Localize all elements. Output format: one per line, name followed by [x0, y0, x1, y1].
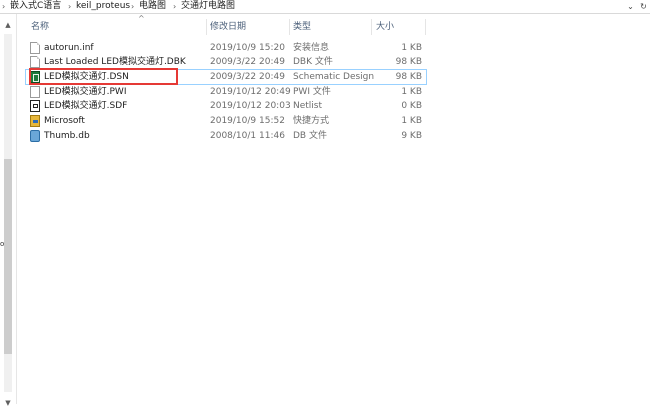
file-row[interactable]: Last Loaded LED模拟交通灯.DBK 2009/3/22 20:49…: [26, 55, 426, 69]
column-divider[interactable]: [371, 19, 372, 35]
file-row[interactable]: LED模拟交通灯.PWI 2019/10/12 20:49 PWI 文件 1 K…: [26, 85, 426, 99]
file-type: 快捷方式: [293, 116, 330, 126]
netlist-icon: [30, 100, 40, 112]
file-date: 2019/10/9 15:20: [210, 43, 285, 53]
file-row[interactable]: LED模拟交通灯.SDF 2019/10/12 20:03 Netlist 0 …: [26, 99, 426, 113]
file-size: 1 KB: [401, 116, 422, 126]
file-type: Schematic Design: [293, 72, 375, 82]
scroll-up-icon[interactable]: ▲: [3, 20, 13, 30]
document-icon: [30, 42, 40, 54]
sort-up-icon: ^: [138, 14, 145, 23]
column-divider[interactable]: [206, 19, 207, 35]
schematic-icon: [30, 71, 40, 83]
file-date: 2009/3/22 20:49: [210, 57, 285, 67]
file-date: 2009/3/22 20:49: [210, 72, 285, 82]
chevron-right-icon[interactable]: ›: [173, 0, 176, 13]
address-bar-actions: ⌄ ↻: [624, 0, 650, 13]
file-name: Thumb.db: [44, 131, 90, 141]
breadcrumb-item[interactable]: 嵌入式C语言: [10, 0, 61, 13]
file-date: 2019/10/12 20:49: [210, 87, 291, 97]
file-name: LED模拟交通灯.PWI: [44, 87, 127, 97]
column-divider[interactable]: [289, 19, 290, 35]
file-type: Netlist: [293, 101, 323, 111]
file-type: 安装信息: [293, 43, 330, 53]
file-size: 98 KB: [395, 57, 422, 67]
file-row-selected[interactable]: LED模拟交通灯.DSN 2009/3/22 20:49 Schematic D…: [25, 69, 427, 85]
file-type: DBK 文件: [293, 57, 333, 67]
breadcrumb-item[interactable]: keil_proteus: [76, 0, 130, 13]
file-name: LED模拟交通灯.DSN: [44, 72, 129, 82]
column-type[interactable]: 类型: [293, 17, 311, 37]
file-size: 0 KB: [401, 101, 422, 111]
file-row[interactable]: Microsoft 2019/10/9 15:52 快捷方式 1 KB: [26, 114, 426, 128]
database-icon: [30, 130, 40, 142]
column-header: ^ 名称 修改日期 类型 大小: [26, 14, 426, 37]
file-size: 9 KB: [401, 131, 422, 141]
file-date: 2008/10/1 11:46: [210, 131, 285, 141]
chevron-right-icon[interactable]: ›: [131, 0, 134, 13]
file-date: 2019/10/9 15:52: [210, 116, 285, 126]
file-row[interactable]: Thumb.db 2008/10/1 11:46 DB 文件 9 KB: [26, 129, 426, 143]
file-row[interactable]: autorun.inf 2019/10/9 15:20 安装信息 1 KB: [26, 41, 426, 55]
column-date[interactable]: 修改日期: [210, 17, 246, 37]
breadcrumb-item[interactable]: 交通灯电路图: [181, 0, 235, 13]
file-size: 98 KB: [395, 72, 422, 82]
scroll-down-icon[interactable]: ▼: [3, 398, 13, 408]
file-name: autorun.inf: [44, 43, 94, 53]
file-type: DB 文件: [293, 131, 327, 141]
column-size[interactable]: 大小: [376, 17, 394, 37]
file-size: 1 KB: [401, 87, 422, 97]
document-icon: [30, 86, 40, 98]
shortcut-icon: [30, 115, 40, 127]
column-name[interactable]: 名称: [31, 17, 49, 37]
address-bar[interactable]: › 嵌入式C语言 › keil_proteus › 电路图 › 交通灯电路图 ⌄…: [0, 0, 650, 14]
scrollbar-thumb[interactable]: [4, 159, 12, 354]
file-name: Last Loaded LED模拟交通灯.DBK: [44, 57, 186, 67]
file-name: LED模拟交通灯.SDF: [44, 101, 128, 111]
refresh-icon[interactable]: ↻: [640, 0, 647, 13]
file-date: 2019/10/12 20:03: [210, 101, 291, 111]
document-icon: [30, 56, 40, 68]
file-type: PWI 文件: [293, 87, 331, 97]
navigation-pane: ▲ ▼ o: [0, 14, 17, 407]
file-name: Microsoft: [44, 116, 85, 126]
column-divider[interactable]: [425, 19, 426, 35]
chevron-right-icon[interactable]: ›: [2, 0, 5, 13]
file-size: 1 KB: [401, 43, 422, 53]
chevron-right-icon[interactable]: ›: [68, 0, 71, 13]
chevron-down-icon[interactable]: ⌄: [627, 0, 634, 13]
breadcrumb-item[interactable]: 电路图: [139, 0, 166, 13]
clipped-label: o: [0, 240, 5, 248]
